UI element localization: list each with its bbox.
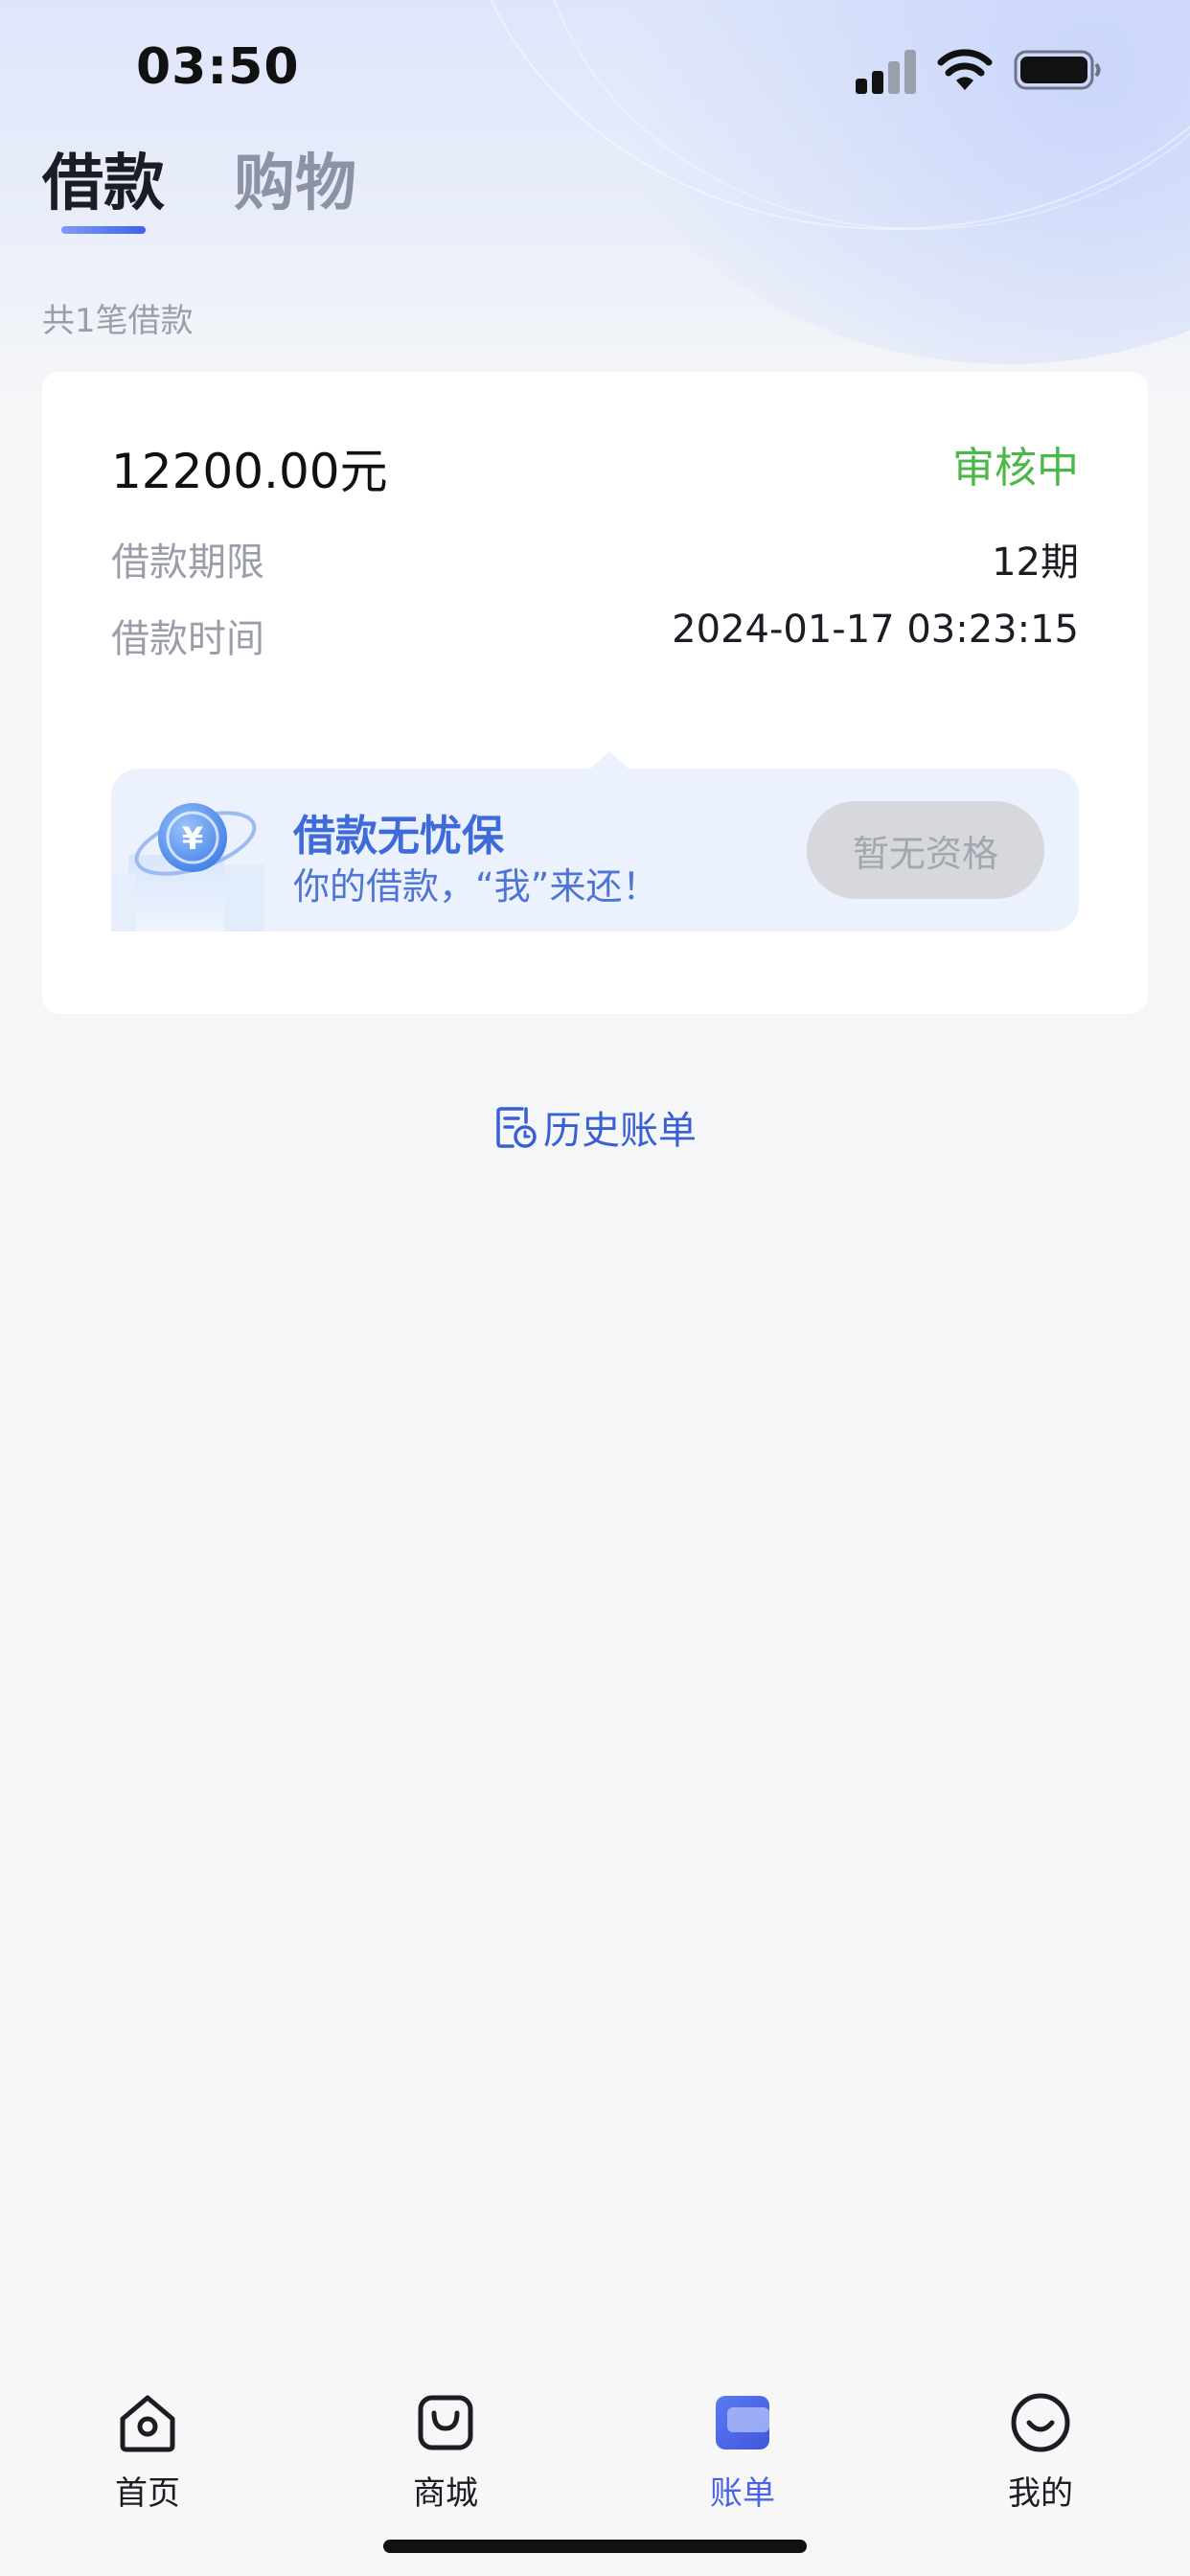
nav-item-mine[interactable]: 我的 [973, 2359, 1108, 2513]
nav-item-bills[interactable]: 账单 [675, 2359, 810, 2513]
home-indicator [383, 2540, 807, 2553]
promo-notch [590, 751, 629, 769]
status-bar: 03:50 [0, 0, 1190, 134]
active-tab-indicator [61, 226, 146, 234]
term-value: 12期 [992, 540, 1079, 585]
tab-shopping[interactable]: 购物 [234, 134, 356, 222]
battery-icon [1014, 50, 1101, 90]
bill-icon [716, 2396, 769, 2450]
smiley-profile-icon [1011, 2393, 1070, 2452]
nav-item-mall[interactable]: 商城 [378, 2359, 513, 2513]
status-time: 03:50 [136, 38, 300, 96]
time-value: 2024-01-17 03:23:15 [672, 608, 1079, 652]
loan-status: 审核中 [952, 444, 1079, 493]
nav-label-mall: 商城 [413, 2474, 478, 2513]
nav-label-mine: 我的 [1008, 2474, 1073, 2513]
svg-text:¥: ¥ [182, 820, 203, 857]
time-label: 借款时间 [111, 617, 264, 661]
promo-title: 借款无忧保 [293, 812, 504, 861]
loan-amount: 12200.00元 [111, 444, 388, 499]
loan-card[interactable]: 12200.00元 审核中 借款期限 12期 借款时间 2024-01-17 0… [42, 372, 1148, 1014]
promo-subtitle: 你的借款，“我”来还！ [293, 865, 659, 908]
home-icon [120, 2395, 175, 2452]
cellular-signal-icon [856, 50, 919, 94]
nav-label-bills: 账单 [710, 2474, 775, 2513]
term-label: 借款期限 [111, 540, 264, 585]
not-eligible-button[interactable]: 暂无资格 [807, 801, 1044, 899]
bill-history-icon [496, 1107, 537, 1148]
history-bills-label: 历史账单 [543, 1109, 697, 1153]
loan-count-summary: 共1笔借款 [42, 302, 194, 340]
shopping-bag-icon [418, 2395, 473, 2450]
yuan-coin-icon: ¥ [111, 803, 264, 932]
tab-loan[interactable]: 借款 [42, 134, 165, 222]
nav-item-home[interactable]: 首页 [80, 2359, 215, 2513]
nav-label-home: 首页 [115, 2474, 180, 2513]
insurance-promo-banner: ¥ 借款无忧保 你的借款，“我”来还！ 暂无资格 [111, 751, 1079, 932]
wifi-icon [937, 49, 993, 90]
history-bills-link[interactable]: 历史账单 [0, 1098, 1190, 1156]
